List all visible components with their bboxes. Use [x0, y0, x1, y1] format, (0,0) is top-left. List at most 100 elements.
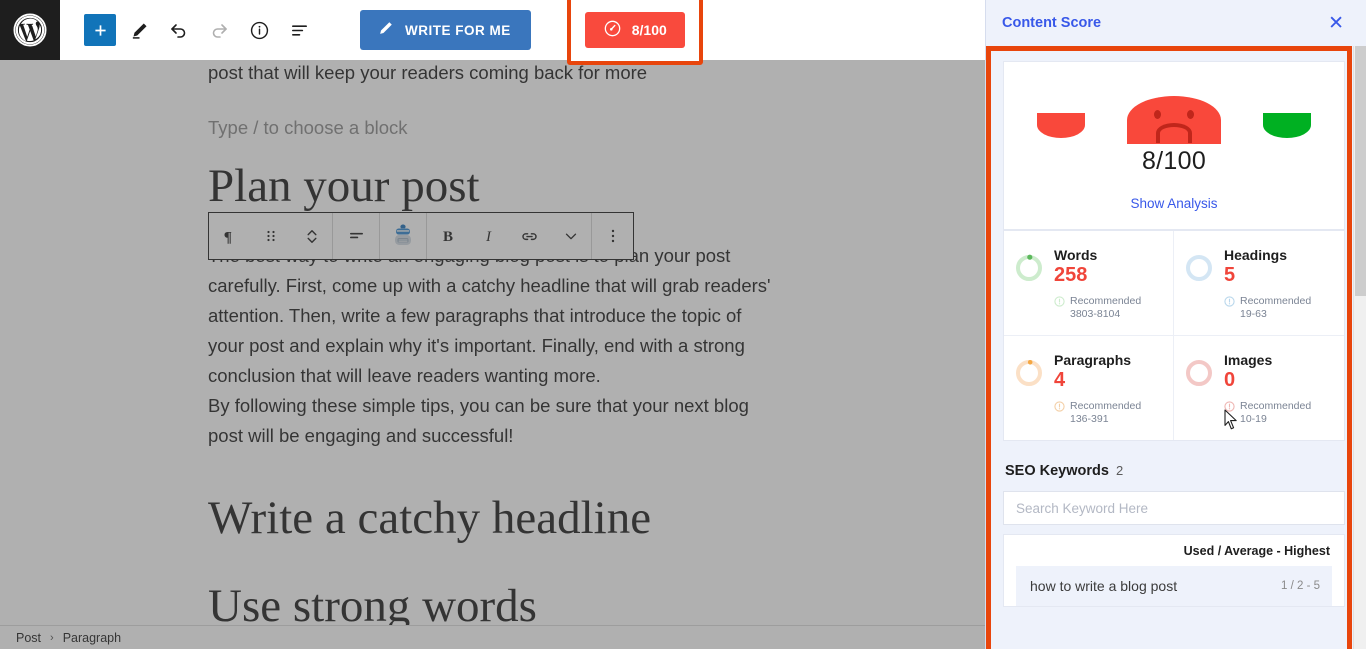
editor-canvas[interactable]: comment. By following these steps, you c… [0, 60, 985, 631]
chevron-updown-icon [304, 227, 320, 246]
keyword-table: Used / Average - Highest how to write a … [1003, 534, 1345, 607]
metric-recommended-range: 19-63 [1240, 308, 1267, 320]
robot-icon [390, 222, 416, 250]
align-button[interactable] [333, 213, 379, 259]
keyword-search-input[interactable] [1003, 491, 1345, 525]
alert-circle-icon [1224, 296, 1235, 311]
close-sidebar-button[interactable]: ✕ [1324, 12, 1348, 35]
sidebar-header: Content Score ✕ [986, 0, 1366, 46]
heading-block-2[interactable]: Use strong words [208, 577, 777, 631]
metric-label: Headings [1224, 247, 1288, 263]
score-value: 8/100 [1141, 147, 1207, 175]
wordpress-logo-icon [13, 13, 47, 47]
list-view-icon [289, 20, 310, 41]
svg-text:¶: ¶ [224, 228, 232, 245]
plus-icon [92, 22, 109, 39]
svg-text:B: B [443, 229, 453, 245]
link-button[interactable] [509, 213, 550, 259]
sidebar-scrollbar-thumb[interactable] [1355, 46, 1366, 296]
details-button[interactable] [242, 13, 276, 47]
metric-recommended-label: Recommended [1070, 400, 1142, 412]
toolbar-tools [60, 13, 316, 47]
keyword-table-header: Used / Average - Highest [1183, 544, 1330, 558]
metric-images: Images 0 Recommended 10-19 [1174, 335, 1344, 440]
heading-block-1[interactable]: Write a catchy headline [208, 489, 777, 547]
metric-label: Images [1224, 352, 1273, 368]
toolbar-divider [591, 213, 592, 259]
metric-recommendation: Recommended 10-19 [1224, 400, 1334, 426]
write-for-me-button[interactable]: WRITE FOR ME [360, 10, 531, 50]
show-analysis-link[interactable]: Show Analysis [1130, 196, 1217, 211]
metric-recommended-range: 136-391 [1070, 413, 1109, 425]
drag-handle-button[interactable] [250, 213, 291, 259]
block-toolbar: ¶ B I [208, 212, 634, 260]
score-gauge [1004, 76, 1344, 144]
list-view-button[interactable] [282, 13, 316, 47]
images-progress-ring [1184, 358, 1214, 388]
block-toolbar-group-ai [380, 213, 426, 259]
paragraphs-progress-ring [1014, 358, 1044, 388]
seo-keywords-header: SEO Keywords 2 [1005, 463, 1345, 479]
seo-keywords-title: SEO Keywords [1005, 463, 1109, 479]
chevron-down-icon [562, 227, 580, 245]
undo-arrow-icon [169, 20, 189, 40]
paragraph-block-2[interactable]: By following these simple tips, you can … [208, 391, 777, 451]
keyword-stat: 1 / 2 - 5 [1281, 580, 1320, 592]
sidebar-scroll-area: 8/100 Show Analysis Words 258 Recommende… [1003, 61, 1345, 607]
metrics-grid: Words 258 Recommended 3803-8104 Headings… [1003, 230, 1345, 441]
empty-block-placeholder[interactable]: Type / to choose a block [208, 113, 777, 143]
mouse-cursor [1224, 409, 1239, 436]
ai-assistant-button[interactable] [380, 213, 426, 259]
more-rich-text-button[interactable] [550, 213, 591, 259]
edit-tool-button[interactable] [122, 13, 156, 47]
toolbar-actions: WRITE FOR ME 8/100 [360, 0, 703, 65]
toolbar-divider [332, 213, 333, 259]
vertical-dots-icon [605, 227, 621, 245]
undo-button[interactable] [162, 13, 196, 47]
wordpress-logo-button[interactable] [0, 0, 60, 60]
italic-button[interactable]: I [468, 213, 509, 259]
drag-dots-icon [263, 228, 279, 244]
toolbar-divider [426, 213, 427, 259]
metric-recommended-label: Recommended [1070, 295, 1142, 307]
sidebar-title: Content Score [1002, 15, 1102, 31]
metric-value: 0 [1224, 369, 1236, 391]
block-options-button[interactable] [592, 213, 633, 259]
keyword-row[interactable]: how to write a blog post 1 / 2 - 5 [1016, 566, 1332, 606]
score-gauge-card: 8/100 Show Analysis [1003, 61, 1345, 230]
paragraph-block-1[interactable]: The best way to write an engaging blog p… [208, 241, 777, 391]
gauge-bad-indicator [1037, 113, 1085, 138]
editor-top-bar: WRITE FOR ME 8/100 [0, 0, 985, 65]
face-eye-left [1154, 110, 1161, 119]
metric-recommendation: Recommended 136-391 [1054, 400, 1163, 426]
move-updown-button[interactable] [291, 213, 332, 259]
close-icon: ✕ [1328, 12, 1344, 34]
block-toolbar-group-options [592, 213, 633, 259]
italic-icon: I [479, 226, 499, 246]
sidebar-highlight-frame: 8/100 Show Analysis Words 258 Recommende… [986, 46, 1352, 649]
metric-recommended-range: 10-19 [1240, 413, 1267, 425]
face-mouth [1156, 123, 1192, 143]
pencil-icon [130, 21, 149, 40]
content-score-label: 8/100 [631, 22, 667, 38]
metric-label: Paragraphs [1054, 352, 1132, 368]
bold-icon: B [438, 226, 458, 246]
breadcrumb-item-paragraph[interactable]: Paragraph [63, 631, 121, 645]
sidebar-scrollbar[interactable] [1353, 46, 1366, 649]
heading-block-hidden[interactable]: Plan your post [208, 157, 777, 215]
block-type-paragraph-button[interactable]: ¶ [209, 213, 250, 259]
content-score-sidebar: Content Score ✕ 8/100 Show Analysis Word… [985, 0, 1366, 649]
breadcrumb-item-post[interactable]: Post [16, 631, 41, 645]
redo-button[interactable] [202, 13, 236, 47]
seo-keywords-count: 2 [1115, 463, 1124, 478]
metric-paragraphs: Paragraphs 4 Recommended 136-391 [1004, 335, 1174, 440]
gauge-good-indicator [1263, 113, 1311, 138]
bold-button[interactable]: B [427, 213, 468, 259]
alert-circle-icon [1054, 296, 1065, 311]
speedometer-icon [603, 19, 622, 41]
add-block-button[interactable] [84, 14, 116, 46]
metric-recommendation: Recommended 19-63 [1224, 295, 1334, 321]
metric-recommended-label: Recommended [1240, 295, 1312, 307]
content-score-button[interactable]: 8/100 [584, 12, 685, 48]
svg-text:I: I [485, 229, 492, 245]
